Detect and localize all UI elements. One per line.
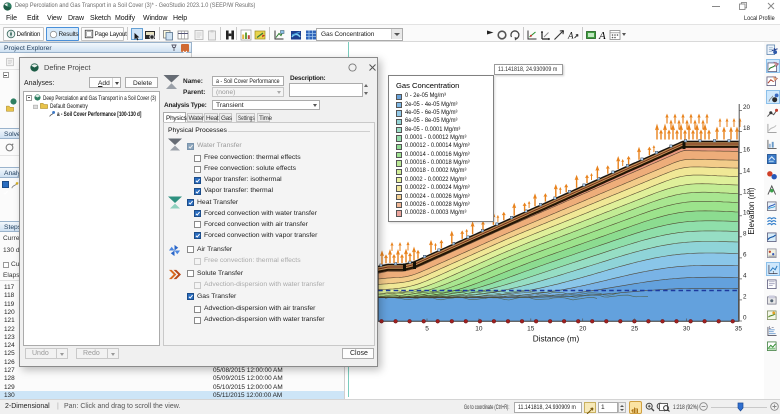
svg-text:20: 20 [743,104,751,111]
svg-text:16: 16 [743,146,751,153]
svg-text:A: A [567,31,574,41]
svg-text:t: t [772,270,774,275]
svg-text:35: 35 [735,326,743,333]
svg-text:2: 2 [743,294,747,301]
svg-text:20: 20 [579,326,587,333]
svg-text:14: 14 [743,167,751,174]
svg-text:4: 4 [743,273,747,280]
svg-text:30: 30 [683,326,691,333]
svg-text:6: 6 [743,252,747,259]
svg-text:5: 5 [425,326,429,333]
svg-text:18: 18 [743,125,751,132]
svg-text:10: 10 [475,326,483,333]
svg-text:25: 25 [631,326,639,333]
svg-text:0: 0 [743,315,747,322]
svg-text:A: A [598,30,606,41]
svg-text:Elevation (m): Elevation (m) [747,187,756,234]
svg-text:L~: L~ [768,325,773,330]
svg-text:Distance (m): Distance (m) [533,335,580,344]
svg-text:15: 15 [527,326,535,333]
